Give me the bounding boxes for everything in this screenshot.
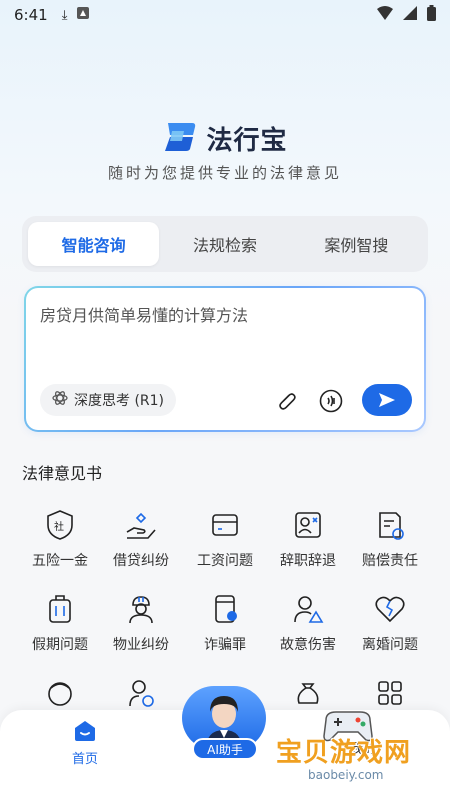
ai-assistant-label: AI助手 (192, 738, 258, 760)
category-item[interactable]: 借贷纠纷 (96, 508, 186, 570)
send-icon (379, 393, 395, 407)
brand-logo: 法行宝 (0, 120, 450, 157)
id-card-x-icon (295, 512, 321, 538)
nav-home-label: 首页 (71, 752, 98, 767)
send-button[interactable] (362, 384, 412, 416)
wifi-icon (377, 6, 393, 24)
home-icon (75, 721, 95, 741)
mode-tabs: 智能咨询 法规检索 案例智搜 (22, 216, 428, 272)
voice-icon[interactable] (318, 388, 344, 414)
deep-think-label: 深度思考 (R1) (74, 393, 165, 409)
nav-home[interactable]: 首页 (60, 720, 110, 767)
deep-think-toggle[interactable]: 深度思考 (R1) (40, 384, 177, 416)
category-item[interactable]: 故意伤害 (263, 592, 353, 654)
category-item[interactable]: 工资问题 (180, 508, 270, 570)
status-bar: 6:41 ⤓ (0, 0, 450, 30)
download-icon: ⤓ (61, 7, 68, 23)
category-item[interactable]: 赔偿责任 (345, 508, 435, 570)
signal-icon (403, 6, 417, 24)
atom-icon (52, 390, 68, 410)
person-warning-icon (294, 596, 324, 623)
watermark-url: baobeiy.com (308, 768, 384, 782)
category-item[interactable]: 物业纠纷 (96, 592, 186, 654)
status-time: 6:41 (14, 6, 48, 24)
child-face-icon (48, 682, 72, 706)
category-item[interactable]: 假期问题 (15, 592, 105, 654)
hand-coin-icon (126, 512, 156, 539)
salary-card-icon (212, 514, 238, 536)
nav-ai-assistant[interactable]: AI助手 (180, 680, 270, 770)
category-item-more[interactable] (263, 676, 353, 710)
attachment-icon[interactable] (274, 388, 300, 414)
category-item[interactable]: 诈骗罪 (180, 592, 270, 654)
category-item[interactable]: 离婚问题 (345, 592, 435, 654)
brand-name: 法行宝 (206, 126, 288, 156)
brand-slogan: 随时为您提供专业的法律意见 (107, 164, 342, 182)
tab-case-search[interactable]: 案例智搜 (291, 222, 422, 266)
watermark-text: 宝贝游戏网 (276, 738, 412, 768)
svg-text:社: 社 (54, 520, 64, 533)
phone-chat-icon (215, 595, 237, 623)
money-bag-icon (297, 683, 319, 704)
shield-social-icon: 社 (47, 510, 73, 540)
broken-heart-icon (375, 596, 405, 623)
app-notification-icon (77, 7, 90, 23)
category-item-more[interactable] (96, 676, 186, 710)
suitcase-icon (49, 595, 71, 623)
logo-icon (162, 121, 198, 157)
query-input-box[interactable]: 房贷月供简单易懂的计算方法 深度思考 (R1) (24, 286, 426, 432)
category-item-more[interactable] (15, 676, 105, 710)
battery-icon (427, 5, 436, 25)
grid-more-icon (378, 681, 402, 705)
person-clock-icon (129, 680, 154, 707)
category-item[interactable]: 辞职辞退 (263, 508, 353, 570)
category-item[interactable]: 社 五险一金 (15, 508, 105, 570)
worker-icon (129, 596, 153, 624)
category-item-more[interactable] (345, 676, 435, 710)
tab-regulation-search[interactable]: 法规检索 (159, 222, 290, 266)
document-yen-icon (379, 512, 404, 540)
section-title-legal-opinion: 法律意见书 (22, 464, 103, 483)
query-input[interactable]: 房贷月供简单易懂的计算方法 (40, 302, 248, 326)
tab-smart-consult[interactable]: 智能咨询 (28, 222, 160, 266)
watermark: 宝贝游戏网 baobeiy.com (268, 706, 448, 800)
